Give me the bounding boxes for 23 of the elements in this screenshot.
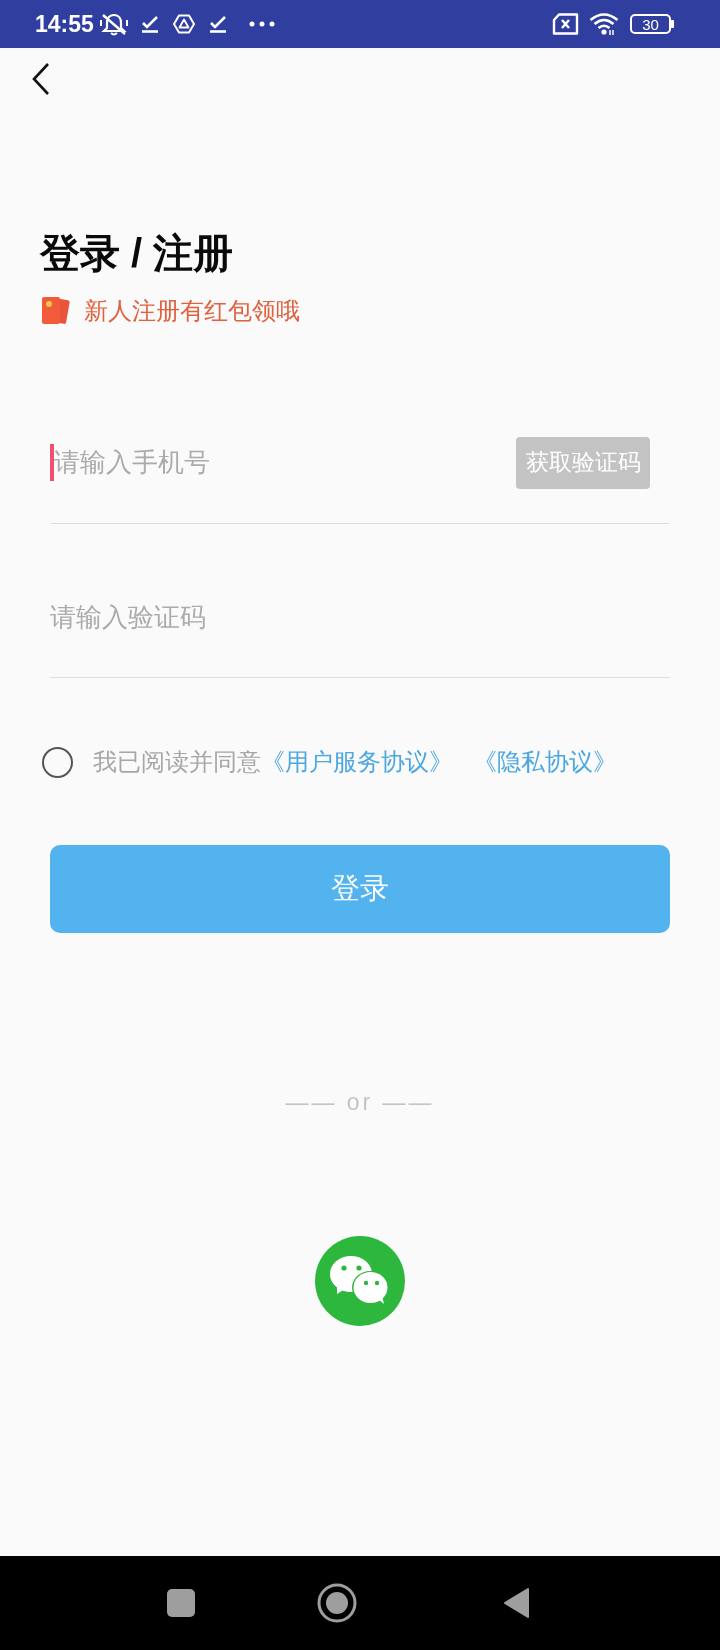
agreement-link[interactable]: 《隐私协议》 [473,750,617,774]
login-button[interactable]: 登录 [50,845,670,933]
agreement-checkbox[interactable] [42,746,73,778]
envelope-icon [40,296,70,326]
wechat-login-button[interactable] [315,1236,405,1326]
recents-button[interactable] [167,1589,195,1617]
muted-bell-icon [99,12,128,36]
home-button[interactable] [317,1583,357,1623]
promo-text: 新人注册有红包领哦 [84,299,300,323]
check-underline-icon [208,15,227,33]
wifi-icon [589,12,619,36]
battery-indicator: 30 [630,14,674,34]
agreement-text: 我已阅读并同意 [93,750,261,774]
agreement-link[interactable]: 《用户服务协议》 [261,750,453,774]
status-time: 14:55 [35,12,94,36]
check-underline-icon [140,15,159,33]
back-nav-button[interactable] [503,1587,530,1619]
page-title: 登录 / 注册 [40,230,234,276]
more-dots-icon [248,21,275,27]
hexagon-triangle-icon [172,14,195,34]
sim-card-x-icon [552,13,579,35]
code-input-field[interactable]: 请输入验证码 [50,597,670,637]
phone-input-field[interactable]: 请输入手机号 [54,442,506,483]
